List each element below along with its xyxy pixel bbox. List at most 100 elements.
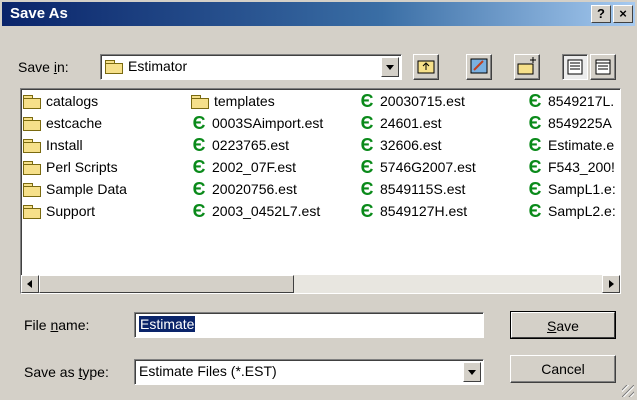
- folder-icon: [23, 117, 41, 131]
- save-in-dropdown[interactable]: Estimator: [100, 54, 402, 80]
- folder-item[interactable]: estcache: [23, 113, 102, 133]
- help-button[interactable]: ?: [591, 5, 611, 23]
- file-item[interactable]: Є SampL2.e:: [527, 201, 616, 221]
- dialog-title: Save As: [10, 5, 68, 22]
- file-item[interactable]: Є 24601.est: [359, 113, 442, 133]
- file-name-input[interactable]: Estimate: [134, 312, 484, 338]
- estimate-file-icon: Є: [528, 157, 542, 177]
- chevron-down-icon[interactable]: [463, 362, 481, 382]
- item-label: F543_200!: [548, 159, 615, 175]
- up-one-level-icon: [417, 60, 435, 74]
- save-button[interactable]: Save: [510, 311, 616, 339]
- folder-item[interactable]: Install: [23, 135, 83, 155]
- horizontal-scrollbar[interactable]: [21, 275, 620, 293]
- folder-item[interactable]: Sample Data: [23, 179, 127, 199]
- estimate-file-icon: Є: [528, 135, 542, 155]
- file-item[interactable]: Є 8549217L.: [527, 91, 615, 111]
- estimate-file-icon: Є: [528, 201, 542, 221]
- file-item[interactable]: Є 20030715.est: [359, 91, 465, 111]
- list-view-button[interactable]: [562, 54, 588, 80]
- folder-item[interactable]: templates: [191, 91, 275, 111]
- folder-icon: [23, 183, 41, 197]
- estimate-file-icon: Є: [192, 201, 206, 221]
- title-bar: Save As ? ×: [2, 2, 635, 26]
- folder-icon: [23, 95, 41, 109]
- file-item[interactable]: Є 8549127H.est: [359, 201, 468, 221]
- folder-icon: [23, 161, 41, 175]
- estimate-file-icon: Є: [192, 135, 206, 155]
- item-label: Estimate.e: [548, 137, 615, 153]
- scroll-thumb[interactable]: [39, 275, 294, 293]
- resize-grip[interactable]: [622, 385, 634, 397]
- estimate-file-icon: Є: [360, 201, 374, 221]
- estimate-file-icon: Є: [528, 113, 542, 133]
- file-name-label: File name:: [24, 317, 90, 333]
- file-item[interactable]: Є 2002_07F.est: [191, 157, 296, 177]
- file-item[interactable]: Є 0003SAimport.est: [191, 113, 324, 133]
- estimate-file-icon: Є: [528, 91, 542, 111]
- save-as-type-label: Save as type:: [24, 364, 109, 380]
- item-label: 2003_0452L7.est: [212, 203, 321, 219]
- estimate-file-icon: Є: [360, 157, 374, 177]
- item-label: Support: [46, 203, 96, 219]
- new-folder-icon: [517, 57, 536, 75]
- estimate-file-icon: Є: [192, 179, 206, 199]
- estimate-file-icon: Є: [360, 179, 374, 199]
- item-label: 32606.est: [380, 137, 442, 153]
- item-label: SampL2.e:: [548, 203, 616, 219]
- item-label: 2002_07F.est: [212, 159, 297, 175]
- item-label: catalogs: [46, 93, 99, 109]
- folder-item[interactable]: Support: [23, 201, 95, 221]
- file-item[interactable]: Є 32606.est: [359, 135, 442, 155]
- desktop-icon: [470, 58, 488, 74]
- file-item[interactable]: Є 0223765.est: [191, 135, 289, 155]
- file-item[interactable]: Є F543_200!: [527, 157, 615, 177]
- item-label: 8549127H.est: [380, 203, 468, 219]
- folder-icon: [191, 95, 209, 109]
- save-as-dialog: Save As ? × Save in: Estimator catalogs e…: [0, 0, 637, 400]
- item-label: 0003SAimport.est: [212, 115, 324, 131]
- new-folder-button[interactable]: [514, 54, 540, 80]
- item-label: 5746G2007.est: [380, 159, 476, 175]
- save-as-type-dropdown[interactable]: Estimate Files (*.EST): [134, 359, 484, 385]
- scroll-left-icon[interactable]: [21, 275, 39, 293]
- estimate-file-icon: Є: [528, 179, 542, 199]
- item-label: estcache: [46, 115, 103, 131]
- file-item[interactable]: Є SampL1.e:: [527, 179, 616, 199]
- details-view-icon: [595, 59, 611, 75]
- item-label: SampL1.e:: [548, 181, 616, 197]
- file-item[interactable]: Є 2003_0452L7.est: [191, 201, 321, 221]
- up-one-level-button[interactable]: [413, 54, 439, 80]
- estimate-file-icon: Є: [360, 135, 374, 155]
- save-in-label: Save in:: [18, 59, 69, 75]
- chevron-down-icon[interactable]: [381, 57, 399, 77]
- file-item[interactable]: Є Estimate.e: [527, 135, 615, 155]
- item-label: 20020756.est: [212, 181, 297, 197]
- save-as-type-value: Estimate Files (*.EST): [139, 363, 277, 379]
- folder-item[interactable]: Perl Scripts: [23, 157, 118, 177]
- estimate-file-icon: Є: [360, 91, 374, 111]
- item-label: Sample Data: [46, 181, 127, 197]
- item-label: 8549225A: [548, 115, 612, 131]
- desktop-button[interactable]: [466, 54, 492, 80]
- item-label: Perl Scripts: [46, 159, 118, 175]
- close-button[interactable]: ×: [613, 5, 633, 23]
- file-item[interactable]: Є 5746G2007.est: [359, 157, 476, 177]
- folder-item[interactable]: catalogs: [23, 91, 98, 111]
- item-label: 8549115S.est: [380, 181, 466, 197]
- item-label: 24601.est: [380, 115, 442, 131]
- scroll-right-icon[interactable]: [602, 275, 620, 293]
- folder-icon: [23, 139, 41, 153]
- file-item[interactable]: Є 8549115S.est: [359, 179, 466, 199]
- file-item[interactable]: Є 8549225A: [527, 113, 612, 133]
- item-label: Install: [46, 137, 83, 153]
- file-item[interactable]: Є 20020756.est: [191, 179, 297, 199]
- item-label: 0223765.est: [212, 137, 290, 153]
- file-list[interactable]: catalogs estcache Install Perl Scripts Sampl…: [20, 88, 621, 294]
- details-view-button[interactable]: [590, 54, 616, 80]
- save-in-value: Estimator: [128, 58, 188, 74]
- folder-icon: [23, 205, 41, 219]
- item-label: 8549217L.: [548, 93, 615, 109]
- cancel-button[interactable]: Cancel: [510, 355, 616, 383]
- list-view-icon: [567, 59, 583, 75]
